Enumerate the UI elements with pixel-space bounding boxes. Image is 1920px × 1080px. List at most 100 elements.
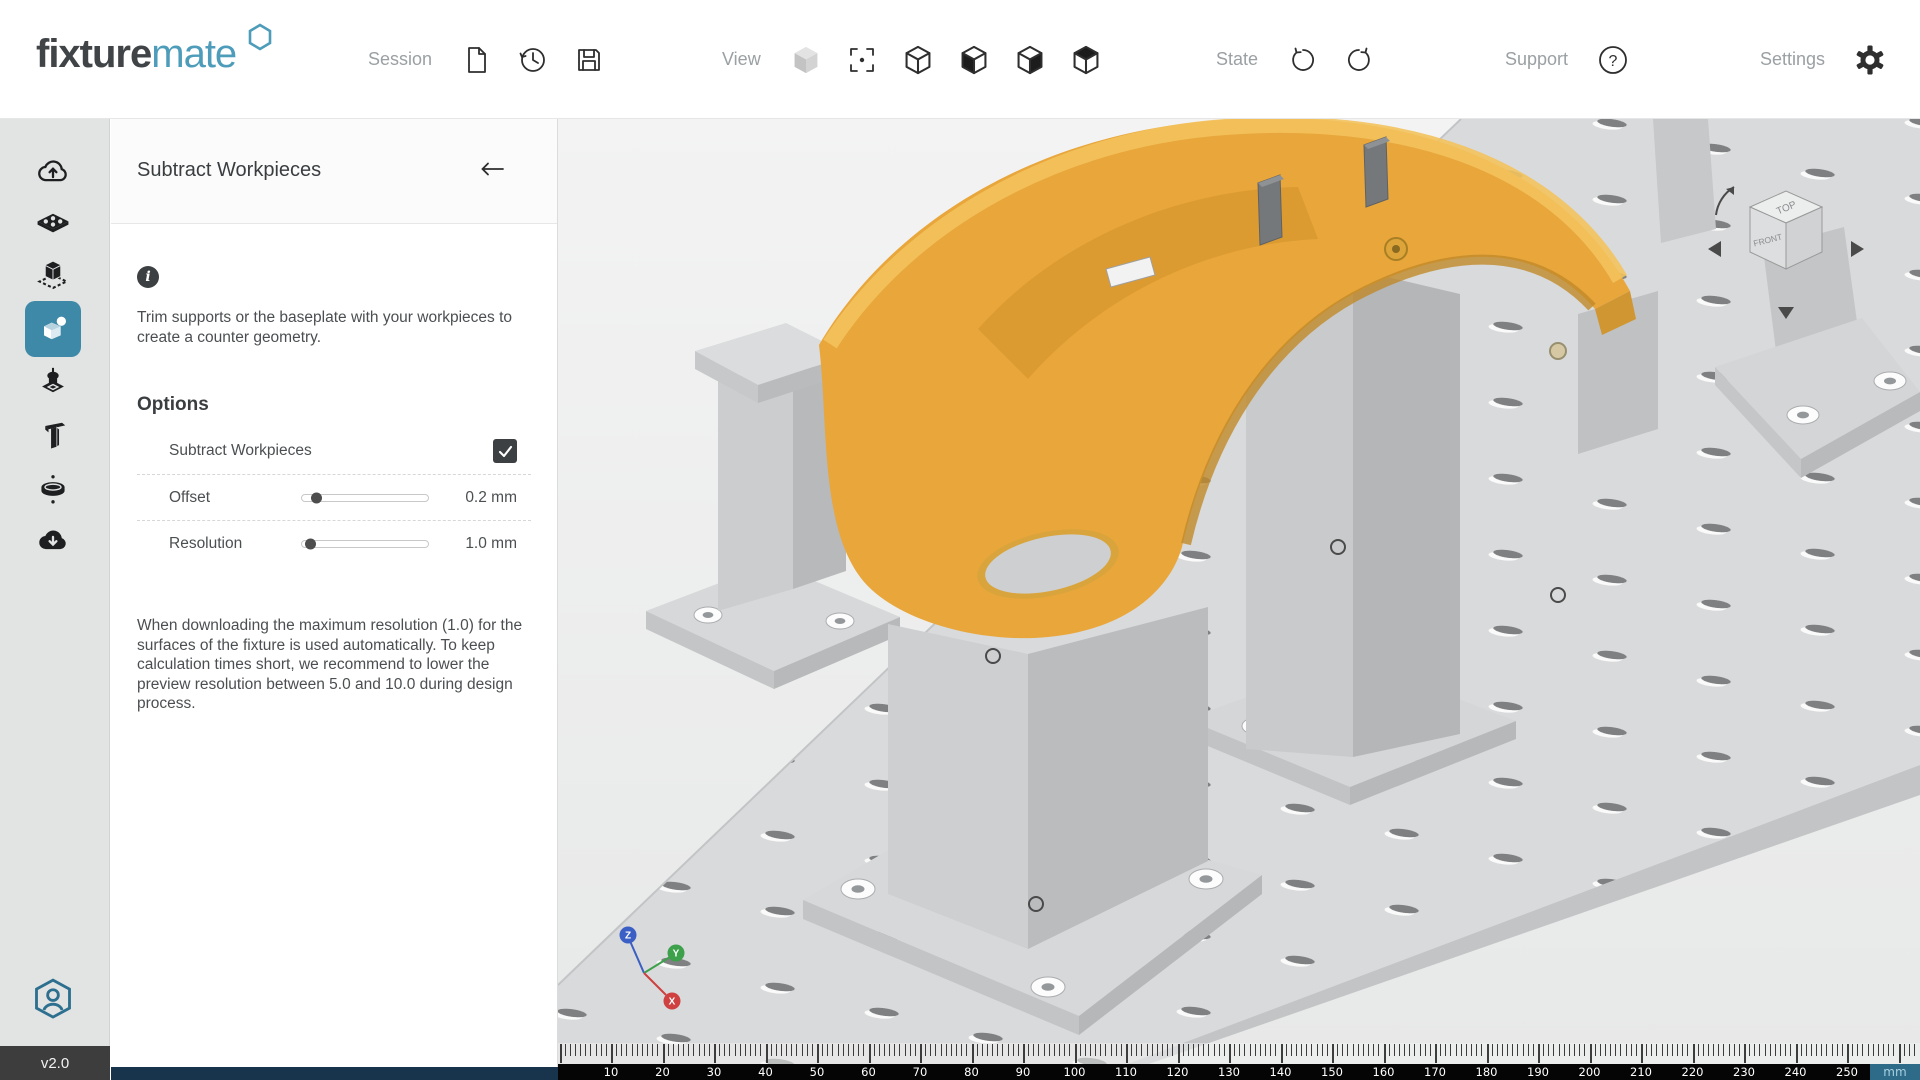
ruler-tick <box>1028 1044 1029 1056</box>
ruler-tick <box>1404 1044 1405 1056</box>
app-logo: fixturemate <box>36 32 270 77</box>
ruler-tick <box>1069 1044 1070 1056</box>
panel-description: Trim supports or the baseplate with your… <box>137 308 529 348</box>
ruler-tick <box>1080 1044 1081 1056</box>
account-avatar-button[interactable] <box>25 971 81 1027</box>
cube-top-face-icon-button[interactable] <box>1067 41 1105 79</box>
cube-right-face-icon-button[interactable] <box>1011 41 1049 79</box>
sidebar-item-supports[interactable] <box>25 354 81 410</box>
ruler-tick <box>1893 1044 1894 1056</box>
new-session-button[interactable] <box>458 41 496 79</box>
ruler-tick <box>1363 1044 1364 1056</box>
option-label: Resolution <box>169 535 301 553</box>
ruler-tick <box>869 1044 871 1063</box>
offset-slider-thumb[interactable] <box>311 492 322 503</box>
ruler-tick <box>1723 1044 1724 1056</box>
resolution-slider-thumb[interactable] <box>305 538 316 549</box>
session-history-button[interactable] <box>514 41 552 79</box>
offset-slider[interactable] <box>301 494 429 502</box>
wireframe-cube-icon-button[interactable] <box>899 41 937 79</box>
subtract-workpieces-checkbox[interactable] <box>493 439 517 463</box>
ruler-tick <box>1569 1044 1570 1056</box>
save-session-button[interactable] <box>570 41 608 79</box>
fit-view-icon-button[interactable] <box>843 41 881 79</box>
sidebar-item-subtract-workpieces[interactable] <box>25 301 81 357</box>
ruler-tick <box>1698 1044 1699 1056</box>
ruler-tick <box>796 1044 797 1056</box>
ruler-tick <box>1414 1044 1415 1056</box>
ruler-tick <box>580 1044 581 1056</box>
ruler-tick <box>1548 1044 1549 1056</box>
settings-gear-button[interactable] <box>1851 41 1889 79</box>
ruler-tick <box>1559 1044 1560 1056</box>
shaded-cube-icon-button[interactable] <box>787 41 825 79</box>
ruler-tick <box>1250 1044 1251 1056</box>
ruler-tick <box>1147 1044 1148 1056</box>
settings-label: Settings <box>1760 49 1825 70</box>
undo-button[interactable] <box>1284 41 1322 79</box>
ruler-tick <box>1842 1044 1843 1056</box>
state-label: State <box>1216 49 1258 70</box>
sidebar-item-baseplate[interactable] <box>25 196 81 252</box>
viewport-ruler: mm 1020304050607080901001101201301401501… <box>558 1043 1920 1080</box>
ruler-tick <box>1590 1044 1592 1063</box>
ruler-tick <box>1378 1044 1379 1056</box>
ruler-tick <box>1018 1044 1019 1056</box>
ruler-number: 200 <box>1579 1065 1601 1079</box>
ruler-tick <box>899 1044 900 1056</box>
ruler-tick <box>704 1044 705 1056</box>
ruler-tick <box>1605 1044 1606 1056</box>
viewport-3d-scene[interactable]: TOP FRONT Z Y X <box>558 119 1920 1080</box>
ruler-tick <box>941 1044 942 1056</box>
ruler-tick <box>1167 1044 1168 1056</box>
ruler-number: 140 <box>1270 1065 1292 1079</box>
ruler-tick <box>560 1044 562 1063</box>
ruler-tick <box>1188 1044 1189 1056</box>
panel-body: i Trim supports or the baseplate with yo… <box>111 266 557 714</box>
redo-button[interactable] <box>1340 41 1378 79</box>
ruler-tick <box>1162 1044 1163 1056</box>
ruler-tick <box>606 1044 607 1056</box>
ruler-tick <box>1466 1044 1467 1056</box>
ruler-tick <box>1883 1044 1884 1056</box>
view-label: View <box>722 49 761 70</box>
viewport-3d[interactable]: TOP FRONT Z Y X <box>558 119 1920 1080</box>
help-button[interactable]: ? <box>1594 41 1632 79</box>
ruler-tick <box>843 1044 844 1056</box>
ruler-tick <box>1765 1044 1766 1056</box>
ruler-number: 210 <box>1630 1065 1652 1079</box>
ruler-tick <box>637 1044 638 1056</box>
options-list: Subtract Workpieces Offset 0.2 mm Resolu… <box>137 428 531 566</box>
ruler-tick <box>1796 1044 1798 1063</box>
ruler-number: 80 <box>964 1065 979 1079</box>
ruler-tick <box>1214 1044 1215 1056</box>
sidebar-item-download-fixture[interactable] <box>25 512 81 568</box>
session-group: Session <box>368 0 608 119</box>
ruler-tick <box>601 1044 602 1056</box>
sidebar-item-clamps[interactable] <box>25 407 81 463</box>
ruler-tick <box>822 1044 823 1056</box>
fixturemate-app: fixturemate Session View <box>0 0 1920 1080</box>
ruler-number: 60 <box>861 1065 876 1079</box>
panel-back-button[interactable] <box>475 155 509 185</box>
ruler-tick <box>1759 1044 1760 1056</box>
ruler-number: 30 <box>707 1065 722 1079</box>
option-label: Subtract Workpieces <box>169 442 312 460</box>
ruler-tick <box>1033 1044 1034 1056</box>
sidebar-item-turning[interactable] <box>25 461 81 517</box>
ruler-tick <box>982 1044 983 1056</box>
ruler-tick <box>1121 1044 1122 1056</box>
ruler-tick <box>1487 1044 1489 1063</box>
ruler-tick <box>693 1044 694 1056</box>
ruler-tick <box>1868 1044 1869 1056</box>
resolution-slider[interactable] <box>301 540 429 548</box>
ruler-tick <box>997 1044 998 1056</box>
sidebar-item-upload-workpiece[interactable] <box>25 143 81 199</box>
sidebar-item-place-workpiece[interactable] <box>25 249 81 305</box>
cube-left-face-icon-button[interactable] <box>955 41 993 79</box>
ruler-tick <box>1816 1044 1817 1056</box>
ruler-tick <box>1780 1044 1781 1056</box>
axis-x-label: X <box>669 997 676 1008</box>
ruler-tick <box>565 1044 566 1056</box>
panel-title: Subtract Workpieces <box>137 159 321 182</box>
